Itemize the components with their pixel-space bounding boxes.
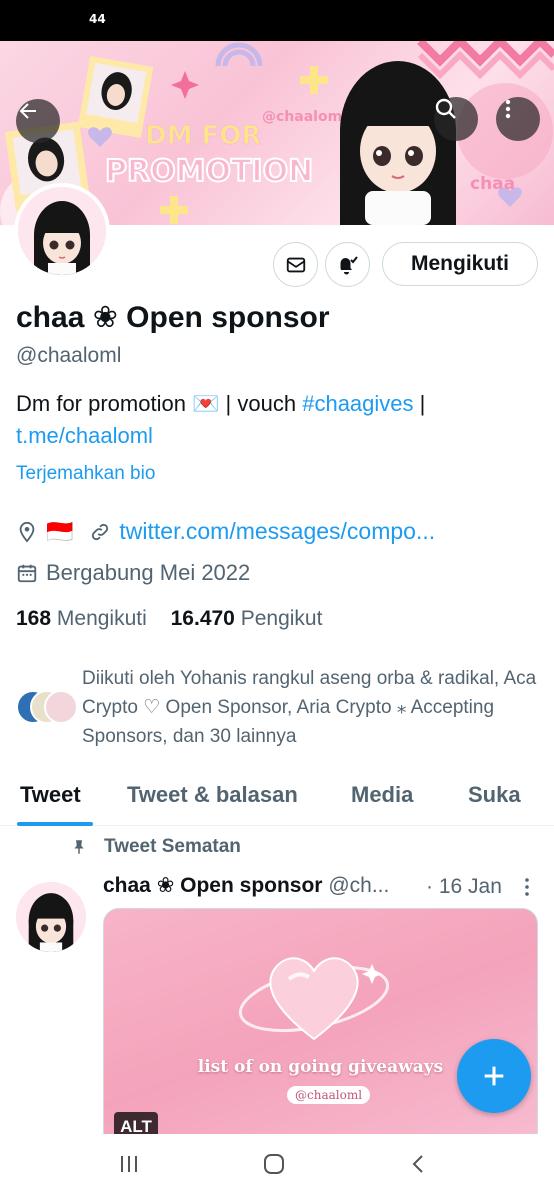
bell-check-icon: [340, 255, 358, 274]
translate-bio-link[interactable]: Terjemahkan bio: [16, 463, 155, 485]
search-icon: [435, 98, 456, 119]
location-pin-icon: [19, 521, 35, 543]
followed-by-avatars: [16, 690, 82, 730]
recents-button[interactable]: [117, 1152, 141, 1181]
home-icon: [264, 1154, 284, 1174]
banner-sticker: chaa: [470, 174, 515, 194]
back-button[interactable]: [16, 99, 60, 143]
media-heart-graphic: [238, 957, 390, 1041]
followers-count: 16.470: [170, 607, 235, 630]
following-label: Mengikuti: [56, 607, 147, 630]
meta-joined-row: Bergabung Mei 2022: [16, 560, 250, 586]
more-vertical-icon: [525, 878, 529, 896]
message-button[interactable]: [273, 242, 318, 287]
tab-likes[interactable]: Suka: [468, 782, 521, 808]
status-time: 44: [89, 12, 106, 26]
pinned-tweet-label-row: Tweet Sematan: [70, 836, 241, 858]
avatar-image: [18, 187, 106, 275]
following-count: 168: [16, 607, 52, 630]
banner-text-line1: DM FOR: [145, 121, 261, 151]
tweet-header[interactable]: chaa ❀ Open sponsor @ch...: [103, 873, 389, 898]
calendar-icon: [17, 564, 37, 583]
tweet-date: · 16 Jan: [426, 875, 502, 898]
more-options-button[interactable]: [496, 97, 540, 141]
followers-count-link[interactable]: 16.470 Pengikut: [171, 607, 323, 630]
followers-label: Pengikut: [240, 607, 323, 630]
username-handle: @chaaloml: [16, 344, 122, 367]
profile-bio: Dm for promotion 💌 | vouch #chaagives | …: [16, 388, 541, 452]
tab-tweets[interactable]: Tweet: [20, 782, 81, 808]
tweet-author-handle: @ch...: [328, 874, 390, 897]
search-button[interactable]: [434, 97, 478, 141]
plus-icon: [484, 1066, 504, 1086]
bio-telegram-link[interactable]: t.me/chaaloml: [16, 423, 153, 448]
bio-text: Dm for promotion 💌 | vouch: [16, 391, 303, 416]
more-vertical-icon: [505, 99, 511, 119]
active-tab-indicator: [17, 822, 93, 826]
followed-by-text: Diikuti oleh Yohanis rangkul aseng orba …: [82, 668, 537, 747]
mail-icon: [286, 257, 305, 272]
tab-media[interactable]: Media: [351, 782, 413, 808]
tab-tweets-replies[interactable]: Tweet & balasan: [127, 782, 298, 808]
display-name: chaa ❀ Open sponsor: [16, 301, 330, 334]
meta-location-row: 🇮🇩 twitter.com/messages/compo...: [16, 518, 435, 545]
profile-avatar[interactable]: [14, 183, 110, 279]
home-button[interactable]: [262, 1152, 286, 1181]
android-nav-bar: [0, 1134, 554, 1200]
status-bar: 44: [0, 0, 554, 41]
follow-counts: 168 Mengikuti 16.470 Pengikut: [16, 607, 322, 631]
tweet-author-name: chaa ❀ Open sponsor: [103, 874, 323, 897]
recents-icon: [121, 1156, 137, 1172]
following-button[interactable]: Mengikuti: [382, 242, 538, 286]
pinned-label: Tweet Sematan: [104, 836, 241, 857]
followed-by-row[interactable]: Diikuti oleh Yohanis rangkul aseng orba …: [16, 664, 541, 751]
follower-avatar: [44, 690, 78, 724]
compose-tweet-button[interactable]: [457, 1039, 531, 1113]
arrow-left-icon: [19, 103, 36, 119]
website-link[interactable]: twitter.com/messages/compo...: [119, 518, 435, 545]
tweet-more-button[interactable]: [520, 876, 534, 903]
banner-text-line2: PROMOTION: [105, 154, 313, 189]
back-nav-button[interactable]: [407, 1152, 431, 1181]
following-count-link[interactable]: 168 Mengikuti: [16, 607, 147, 630]
notifications-button[interactable]: [325, 242, 370, 287]
tweet-media-image[interactable]: list of on going giveaways @chaaloml: [103, 908, 538, 1148]
bio-hashtag-link[interactable]: #chaagives: [302, 391, 413, 416]
location-flag: 🇮🇩: [46, 518, 74, 544]
banner-handle-tag: @chaaloml: [262, 109, 347, 125]
tweet-author-avatar[interactable]: [16, 882, 86, 952]
bio-separator: |: [413, 391, 426, 416]
link-icon: [92, 523, 109, 540]
profile-tabs: Tweet Tweet & balasan Media Suka: [0, 772, 554, 826]
back-chevron-icon: [412, 1155, 423, 1173]
media-handle: @chaaloml: [287, 1086, 371, 1104]
joined-date: Bergabung Mei 2022: [46, 560, 251, 585]
pin-icon: [74, 840, 84, 854]
